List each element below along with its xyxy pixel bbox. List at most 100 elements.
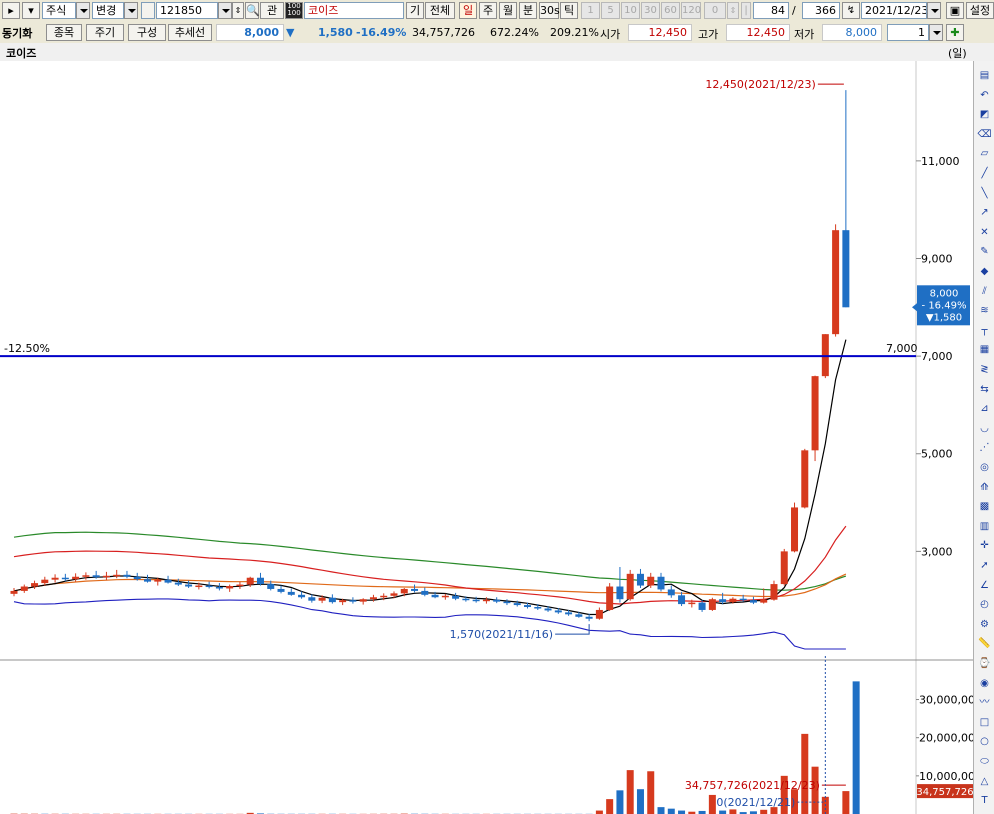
date-dropdown-arrow[interactable] [927,2,941,19]
speed-icon[interactable]: ⟰ [977,481,992,495]
current-volume-box: 34,757,726 [916,784,973,799]
fibo-icon[interactable]: ≋ [977,304,992,318]
candle-body [339,600,347,603]
all-icon[interactable]: ◩ [977,108,992,122]
target-icon[interactable]: ◉ [977,677,992,691]
cross-line-icon[interactable]: ✕ [977,226,992,240]
pencil-icon[interactable]: ✎ [977,245,992,259]
bars-icon[interactable]: ▥ [977,520,992,534]
period-tab-month[interactable]: 월 [499,2,517,19]
candle-body [267,584,275,589]
time-icon[interactable]: ⌚ [977,657,992,671]
diagonal-icon[interactable]: ╲ [977,187,992,201]
all-button[interactable]: 전체 [425,2,455,19]
candle-body [246,577,254,585]
chart-title: 코이즈 [6,47,37,60]
table-icon[interactable]: ▤ [977,69,992,83]
minute-seg-120[interactable]: 120 [681,2,701,19]
date-input[interactable]: 2021/12/23 [861,2,927,19]
gi-button[interactable]: 기 [406,2,424,19]
settings-button[interactable]: 설정 [966,2,994,19]
current-box-change: ▼1,580 [926,312,962,323]
minute-seg-30[interactable]: 30 [641,2,660,19]
circle-icon[interactable]: ○ [977,735,992,749]
favorite-tag-button[interactable]: 관 [260,2,284,19]
layout-menu-icon[interactable]: ▸ [2,2,20,19]
chart-100-icon[interactable]: 100 100 [285,2,303,19]
move-icon[interactable]: ⇆ [977,383,992,397]
candle-body [760,599,768,603]
period-tab-day[interactable]: 일 [459,2,477,19]
item-button[interactable]: 종목 [46,24,82,41]
marker-icon[interactable]: ◆ [977,265,992,279]
scroll-left-icon[interactable]: | [741,2,751,19]
stock-code-input[interactable]: 121850 [156,2,218,19]
line-icon[interactable]: ╱ [977,167,992,181]
volume-bar [636,789,644,814]
candle [832,224,840,337]
zigzag-icon[interactable]: ≷ [977,363,992,377]
box-icon[interactable]: □ [977,716,992,730]
text-icon[interactable]: T [977,794,992,808]
tick-count-input[interactable]: 0 [704,2,726,19]
compare-dropdown-arrow[interactable] [929,24,943,41]
compose-button[interactable]: 구성 [128,24,166,41]
code-search-box[interactable] [141,2,155,19]
period-tab-minute[interactable]: 분 [519,2,537,19]
gear-icon[interactable]: ⚙ [977,618,992,632]
minute-seg-60[interactable]: 60 [661,2,680,19]
trend-icon[interactable]: ↯ [842,2,860,19]
period-tab-tick[interactable]: 틱 [560,2,578,19]
price-chart[interactable]: 11,000 9,000 7,000 5,000 3,000 30,000,000 20,… [0,61,973,814]
add-icon[interactable]: ✚ [946,24,964,41]
triangle-icon[interactable]: △ [977,775,992,789]
cross-icon[interactable]: ✛ [977,539,992,553]
box-grid-icon[interactable]: ▦ [977,343,992,357]
high-value: 12,450 [726,24,790,41]
candle-body [544,608,552,611]
tbar-icon[interactable]: ┬ [977,324,992,338]
tick-spin-icon[interactable]: ⇕ [727,2,739,19]
spin-icon[interactable]: ⇕ [232,2,244,19]
minute-seg-1[interactable]: 1 [581,2,600,19]
compare-count-input[interactable]: 1 [887,24,929,41]
minute-seg-5[interactable]: 5 [601,2,620,19]
arrow-icon[interactable]: ➚ [977,559,992,573]
search-icon[interactable]: 🔍 [245,2,260,19]
candle-body [164,579,172,583]
save-icon[interactable]: ▣ [946,2,964,19]
info-toolbar: 동기화 종목 주기 구성 추세선 8,000 ▼ 1,580 -16.49% 3… [0,22,994,44]
candle-body [503,601,511,604]
market-select[interactable]: 주식 [42,2,76,19]
wave-icon[interactable]: 〰 [977,696,992,710]
save-menu-icon[interactable]: ▾ [22,2,40,19]
candle-body [20,586,28,591]
ruler-icon[interactable]: 📏 [977,637,992,651]
high-price-label: 12,450(2021/12/23) [705,78,815,91]
minute-seg-10[interactable]: 10 [621,2,640,19]
eraser-icon[interactable]: ⌫ [977,128,992,142]
period-tab-30s[interactable]: 30s [539,2,560,19]
eraser2-icon[interactable]: ▱ [977,147,992,161]
ellipse-icon[interactable]: ⬭ [977,755,992,769]
code-dropdown-arrow[interactable] [218,2,232,19]
gann-icon[interactable]: ⊿ [977,402,992,416]
angle-icon[interactable]: ∠ [977,579,992,593]
undo-icon[interactable]: ↶ [977,89,992,103]
parallel-icon[interactable]: ⫽ [977,285,992,299]
y-tick-label: 11,000 [921,155,960,168]
arrow-line-icon[interactable]: ↗ [977,206,992,220]
period-button[interactable]: 주기 [86,24,124,41]
fan-icon[interactable]: ⋰ [977,441,992,455]
candle-body [472,599,480,602]
visible-count-input[interactable]: 84 [753,2,789,19]
change-dropdown-arrow[interactable] [124,2,138,19]
arc-icon[interactable]: ◡ [977,422,992,436]
period-tab-week[interactable]: 주 [479,2,497,19]
cycle-icon[interactable]: ◴ [977,598,992,612]
change-select[interactable]: 변경 [92,2,124,19]
market-dropdown-arrow[interactable] [76,2,90,19]
grid-icon[interactable]: ▩ [977,500,992,514]
trendline-button[interactable]: 추세선 [168,24,212,41]
spiral-icon[interactable]: ◎ [977,461,992,475]
